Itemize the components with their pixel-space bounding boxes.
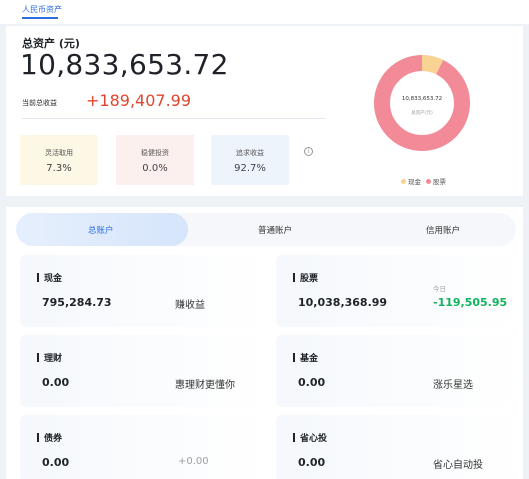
- mini-card-value: 7.3%: [46, 163, 72, 174]
- card-value: 10,038,368.99: [298, 296, 388, 309]
- card-note: 赚收益: [175, 300, 205, 311]
- card-title: 省心投: [300, 434, 328, 444]
- legend-dot: [401, 178, 406, 184]
- title-bar: [293, 353, 295, 362]
- tab-credit-account[interactable]: 信用账户: [426, 224, 460, 236]
- card-title: 基金: [300, 354, 319, 364]
- allocation-donut-chart: [374, 55, 470, 151]
- auto-invest-card[interactable]: 省心投 0.00 省心自动投: [276, 415, 522, 479]
- mini-card-value: 0.0%: [142, 163, 168, 174]
- title-bar: [37, 433, 39, 442]
- donut-segment-1: [374, 55, 470, 151]
- title-bar: [37, 353, 39, 362]
- total-earnings-value: +189,407.99: [86, 91, 192, 110]
- donut-legend: 现金 股票: [401, 176, 451, 186]
- card-value: 795,284.73: [42, 296, 112, 309]
- title-bar: [293, 273, 295, 282]
- card-value: 0.00: [298, 456, 326, 469]
- wealth-mgmt-card[interactable]: 理财 0.00 惠理财更懂你: [20, 335, 266, 407]
- card-value: 0.00: [298, 376, 326, 389]
- mini-card-title: 灵活取用: [45, 149, 73, 157]
- legend-item-stock: 股票: [426, 176, 446, 186]
- card-note: 惠理财更懂你: [175, 380, 235, 391]
- seek-return-card[interactable]: 追求收益 92.7%: [211, 135, 289, 185]
- fund-account-card[interactable]: 基金 0.00 涨乐星选: [276, 335, 522, 407]
- divider: [22, 118, 326, 119]
- today-label: 今日: [433, 285, 446, 293]
- top-tab-bar: 人民币资产: [0, 0, 529, 24]
- legend-label: 股票: [433, 178, 446, 186]
- bond-account-card[interactable]: 债券 0.00 +0.00: [20, 415, 266, 479]
- mini-card-title: 稳健投资: [141, 149, 169, 157]
- mini-card-value: 92.7%: [234, 163, 266, 174]
- card-value: 0.00: [42, 456, 70, 469]
- tab-cny-assets[interactable]: 人民币资产: [22, 4, 62, 15]
- card-note: 省心自动投: [433, 460, 483, 471]
- card-title: 理财: [44, 354, 63, 364]
- total-earnings-label: 当前总收益: [22, 99, 57, 107]
- card-title: 债券: [44, 434, 63, 444]
- mini-card-title: 追求收益: [236, 149, 264, 157]
- card-value: 0.00: [42, 376, 70, 389]
- info-circle-icon[interactable]: i: [304, 147, 313, 156]
- account-type-segmented-control: 总账户 普通账户 信用账户: [16, 213, 516, 246]
- title-bar: [293, 433, 295, 442]
- legend-item-cash: 现金: [401, 176, 421, 186]
- legend-label: 现金: [408, 178, 421, 186]
- card-title: 股票: [300, 274, 319, 284]
- stock-account-card[interactable]: 股票 10,038,368.99 今日 -119,505.95: [276, 255, 522, 327]
- card-note: 涨乐星选: [433, 380, 473, 391]
- cash-account-card[interactable]: 现金 795,284.73 赚收益: [20, 255, 266, 327]
- card-note: +0.00: [178, 456, 209, 467]
- steady-invest-card[interactable]: 稳健投资 0.0%: [116, 135, 194, 185]
- card-title: 现金: [44, 274, 63, 284]
- accounts-panel: 总账户 普通账户 信用账户 现金 795,284.73 赚收益 股票 10,03…: [6, 207, 523, 479]
- title-bar: [37, 273, 39, 282]
- tab-normal-account[interactable]: 普通账户: [258, 224, 292, 236]
- tab-underline: [22, 17, 58, 19]
- today-change-value: -119,505.95: [433, 296, 508, 309]
- flexible-use-card[interactable]: 灵活取用 7.3%: [20, 135, 98, 185]
- asset-summary-panel: 总资产 (元) 10,833,653.72 当前总收益 +189,407.99 …: [6, 26, 523, 196]
- donut-center-label: 总资产(元): [411, 111, 433, 116]
- total-assets-value: 10,833,653.72: [20, 48, 229, 81]
- tab-total-account[interactable]: 总账户: [88, 224, 114, 236]
- donut-center-value: 10,833,653.72: [401, 96, 443, 102]
- legend-dot: [426, 178, 431, 184]
